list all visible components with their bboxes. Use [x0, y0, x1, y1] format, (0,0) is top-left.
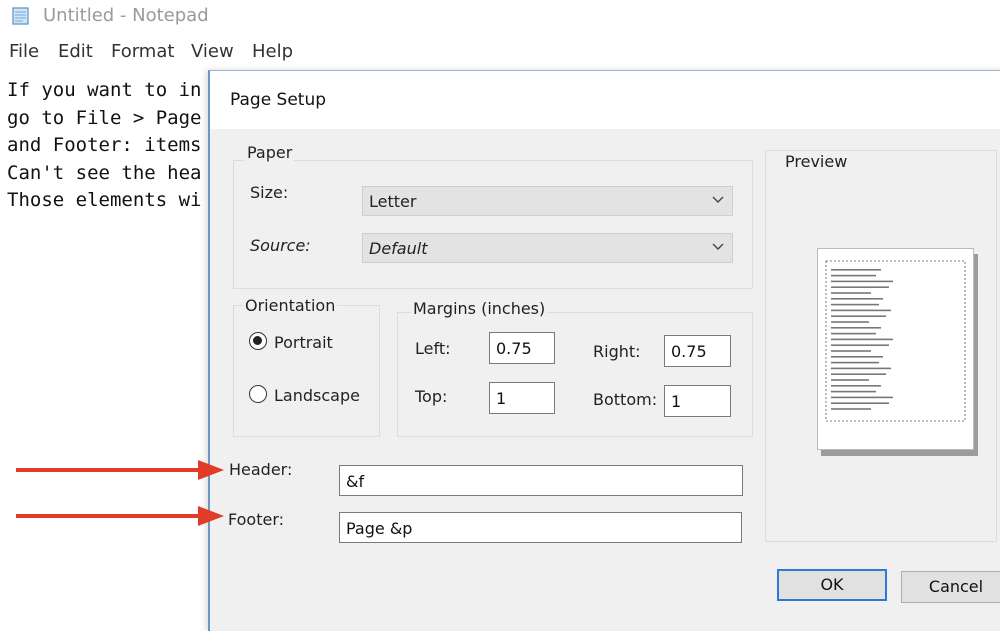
- menu-view[interactable]: View: [191, 41, 234, 62]
- preview-text-line: [831, 274, 876, 277]
- right-margin-label: Right:: [593, 342, 641, 361]
- header-input[interactable]: &f: [339, 465, 743, 496]
- size-select[interactable]: Letter: [362, 186, 733, 216]
- source-select-value: Default: [369, 239, 428, 258]
- preview-text-line: [831, 385, 881, 387]
- radio-selected-dot: [253, 336, 262, 345]
- preview-text-line: [831, 327, 881, 329]
- preview-label: Preview: [783, 152, 850, 171]
- arrow-head: [198, 506, 224, 526]
- menu-format[interactable]: Format: [111, 41, 174, 62]
- orientation-group-label: Orientation: [243, 296, 338, 315]
- left-margin-input[interactable]: 0.75: [489, 332, 555, 364]
- preview-text-line: [831, 338, 893, 341]
- header-label: Header:: [229, 460, 293, 479]
- right-margin-value: 0.75: [671, 342, 707, 361]
- left-margin-label: Left:: [415, 339, 451, 358]
- footer-arrow-icon: [16, 506, 224, 526]
- right-margin-input[interactable]: 0.75: [664, 335, 731, 367]
- preview-text-line: [831, 303, 879, 306]
- preview-text-line: [831, 350, 871, 352]
- dialog-title: Page Setup: [230, 90, 327, 110]
- preview-text-line: [831, 332, 876, 335]
- top-margin-label: Top:: [415, 387, 448, 406]
- dialog-title-bar: Page Setup: [210, 71, 1000, 129]
- chevron-down-icon: [712, 243, 724, 250]
- notepad-menu-bar: File Edit Format View Help: [0, 38, 1000, 68]
- preview-text-line: [831, 280, 893, 283]
- preview-text-line: [831, 356, 883, 358]
- text-line: Can't see the hea: [7, 161, 202, 184]
- preview-text-line: [831, 315, 886, 317]
- bottom-margin-value: 1: [671, 392, 682, 411]
- text-line: go to File > Page: [7, 106, 202, 129]
- source-label: Source:: [250, 236, 311, 255]
- landscape-radio[interactable]: [249, 385, 267, 403]
- notepad-title-bar: Untitled - Notepad: [0, 0, 1000, 34]
- preview-text-line: [831, 379, 869, 381]
- preview-text-line: [831, 292, 871, 294]
- footer-label: Footer:: [228, 510, 285, 529]
- footer-value: Page &p: [346, 519, 413, 538]
- header-arrow-icon: [16, 460, 224, 480]
- page-preview-thumbnail: [817, 248, 974, 450]
- chevron-down-icon: [712, 196, 724, 203]
- notepad-window-title: Untitled - Notepad: [43, 5, 209, 26]
- source-select[interactable]: Default: [362, 233, 733, 263]
- margins-group: [397, 312, 753, 437]
- preview-text-line: [831, 269, 881, 271]
- footer-input[interactable]: Page &p: [339, 512, 742, 543]
- menu-file[interactable]: File: [9, 41, 39, 62]
- header-value: &f: [346, 472, 365, 491]
- preview-text-line: [831, 298, 883, 300]
- ok-button[interactable]: OK: [777, 569, 887, 601]
- bottom-margin-input[interactable]: 1: [664, 385, 731, 417]
- landscape-label[interactable]: Landscape: [274, 386, 360, 405]
- cancel-button[interactable]: Cancel: [901, 571, 1000, 603]
- menu-help[interactable]: Help: [252, 41, 293, 62]
- notepad-icon: [12, 7, 29, 25]
- preview-text-line: [831, 408, 871, 410]
- preview-text-line: [831, 402, 889, 404]
- portrait-label[interactable]: Portrait: [274, 333, 333, 352]
- preview-text-line: [831, 286, 889, 288]
- margins-group-label: Margins (inches): [411, 299, 548, 318]
- text-line: and Footer: items: [7, 134, 202, 156]
- preview-text-line: [831, 367, 891, 370]
- top-margin-value: 1: [496, 389, 507, 408]
- preview-text-line: [831, 373, 886, 375]
- paper-group-label: Paper: [245, 143, 295, 162]
- preview-text-line: [831, 309, 891, 312]
- preview-text-line: [831, 344, 889, 346]
- bottom-margin-label: Bottom:: [593, 390, 658, 409]
- notepad-text-area[interactable]: If you want to in go to File > Page and Fo…: [7, 77, 222, 215]
- arrow-head: [198, 460, 224, 480]
- size-select-value: Letter: [369, 192, 417, 211]
- menu-edit[interactable]: Edit: [58, 41, 93, 62]
- preview-text-line: [831, 361, 879, 364]
- paper-group: [233, 160, 753, 289]
- orientation-group: [233, 305, 380, 437]
- left-margin-value: 0.75: [496, 339, 532, 358]
- preview-page-content: [825, 260, 966, 422]
- text-line: Those elements wi: [7, 189, 202, 211]
- size-label: Size:: [250, 183, 289, 202]
- top-margin-input[interactable]: 1: [489, 382, 555, 414]
- preview-text-line: [831, 321, 869, 323]
- text-line: If you want to in: [7, 79, 202, 101]
- preview-text-line: [831, 390, 876, 393]
- portrait-radio[interactable]: [249, 332, 267, 350]
- preview-text-line: [831, 396, 893, 399]
